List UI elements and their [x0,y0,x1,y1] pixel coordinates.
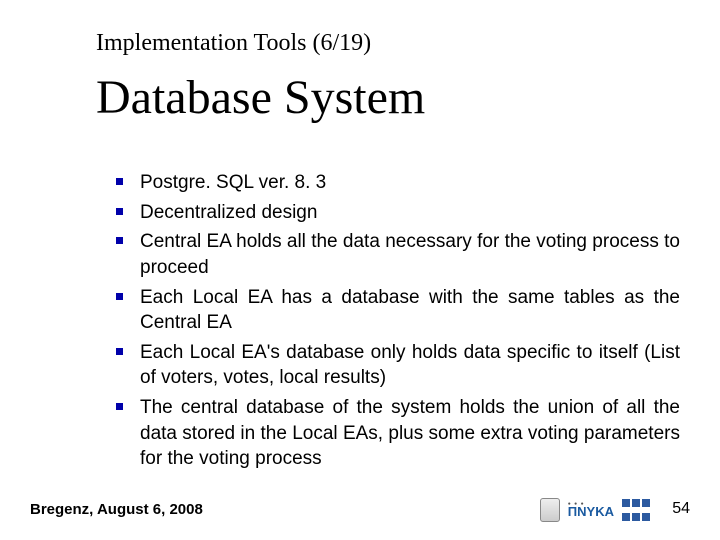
page-number: 54 [672,500,690,518]
list-item: Postgre. SQL ver. 8. 3 [100,170,680,196]
statue-icon [540,498,560,522]
slide-supertitle: Implementation Tools (6/19) [96,30,371,57]
list-item: The central database of the system holds… [100,395,680,472]
pnyka-logo: ● ● ● ΠΝΥΚΑ [568,502,614,518]
list-item: Each Local EA has a database with the sa… [100,285,680,336]
footer-date: Bregenz, August 6, 2008 [30,501,203,518]
footer-logos: ● ● ● ΠΝΥΚΑ [540,498,650,522]
list-item: Each Local EA's database only holds data… [100,340,680,391]
list-item: Decentralized design [100,200,680,226]
slide: Implementation Tools (6/19) Database Sys… [0,0,720,540]
pnyka-label: ΠΝΥΚΑ [568,506,614,518]
grid-logo-icon [622,499,650,521]
list-item: Central EA holds all the data necessary … [100,229,680,280]
slide-title: Database System [96,70,425,125]
bullet-list: Postgre. SQL ver. 8. 3 Decentralized des… [100,170,680,476]
